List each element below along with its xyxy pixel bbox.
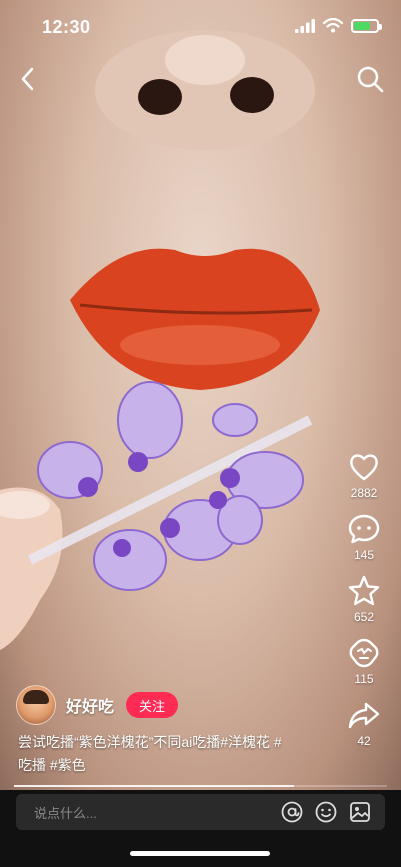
back-icon[interactable] — [14, 64, 44, 94]
mention-icon[interactable] — [280, 800, 304, 824]
action-rail: 2882 145 652 115 42 — [335, 450, 393, 760]
star-icon — [348, 575, 380, 606]
video-progress-fill — [14, 785, 294, 787]
video-progress[interactable] — [14, 785, 387, 787]
share-button[interactable]: 42 — [347, 698, 381, 748]
status-time: 12:30 — [42, 17, 91, 37]
search-icon[interactable] — [355, 64, 385, 94]
top-nav — [0, 60, 401, 100]
like-button[interactable]: 2882 — [347, 450, 381, 500]
home-indicator — [130, 851, 270, 856]
comment-button[interactable]: 145 — [347, 512, 381, 562]
avatar[interactable] — [16, 685, 56, 725]
signal-icon — [295, 18, 315, 33]
follow-button[interactable]: 关注 — [126, 692, 179, 718]
caption-line-1: 尝试吃播“紫色洋槐花”不同ai吃播#洋槐花 # — [18, 734, 282, 750]
status-bar: 12:30 — [0, 0, 401, 52]
recommend-icon — [349, 638, 379, 668]
recommend-button[interactable]: 115 — [347, 636, 381, 686]
emoji-icon[interactable] — [314, 800, 338, 824]
video-caption[interactable]: 尝试吃播“紫色洋槐花”不同ai吃播#洋槐花 # 吃播 #紫色 — [18, 731, 338, 777]
image-icon[interactable] — [348, 800, 372, 824]
comment-icon — [348, 514, 380, 544]
like-count: 2882 — [350, 486, 378, 500]
recommend-count: 115 — [354, 672, 374, 686]
comment-input[interactable]: 说点什么... — [34, 803, 97, 822]
favorite-button[interactable]: 652 — [347, 574, 381, 624]
comment-bar[interactable]: 说点什么... — [16, 794, 385, 830]
favorite-count: 652 — [353, 610, 375, 624]
share-count: 42 — [357, 734, 371, 748]
author-row: 好好吃 关注 — [16, 685, 179, 725]
heart-icon — [350, 454, 378, 481]
wifi-icon — [323, 18, 343, 33]
status-icons — [295, 18, 382, 33]
comment-count: 145 — [353, 548, 375, 562]
author-name[interactable]: 好好吃 — [66, 693, 114, 717]
share-icon — [348, 702, 380, 729]
battery-icon — [351, 18, 382, 33]
caption-line-2: 吃播 #紫色 — [18, 757, 86, 773]
